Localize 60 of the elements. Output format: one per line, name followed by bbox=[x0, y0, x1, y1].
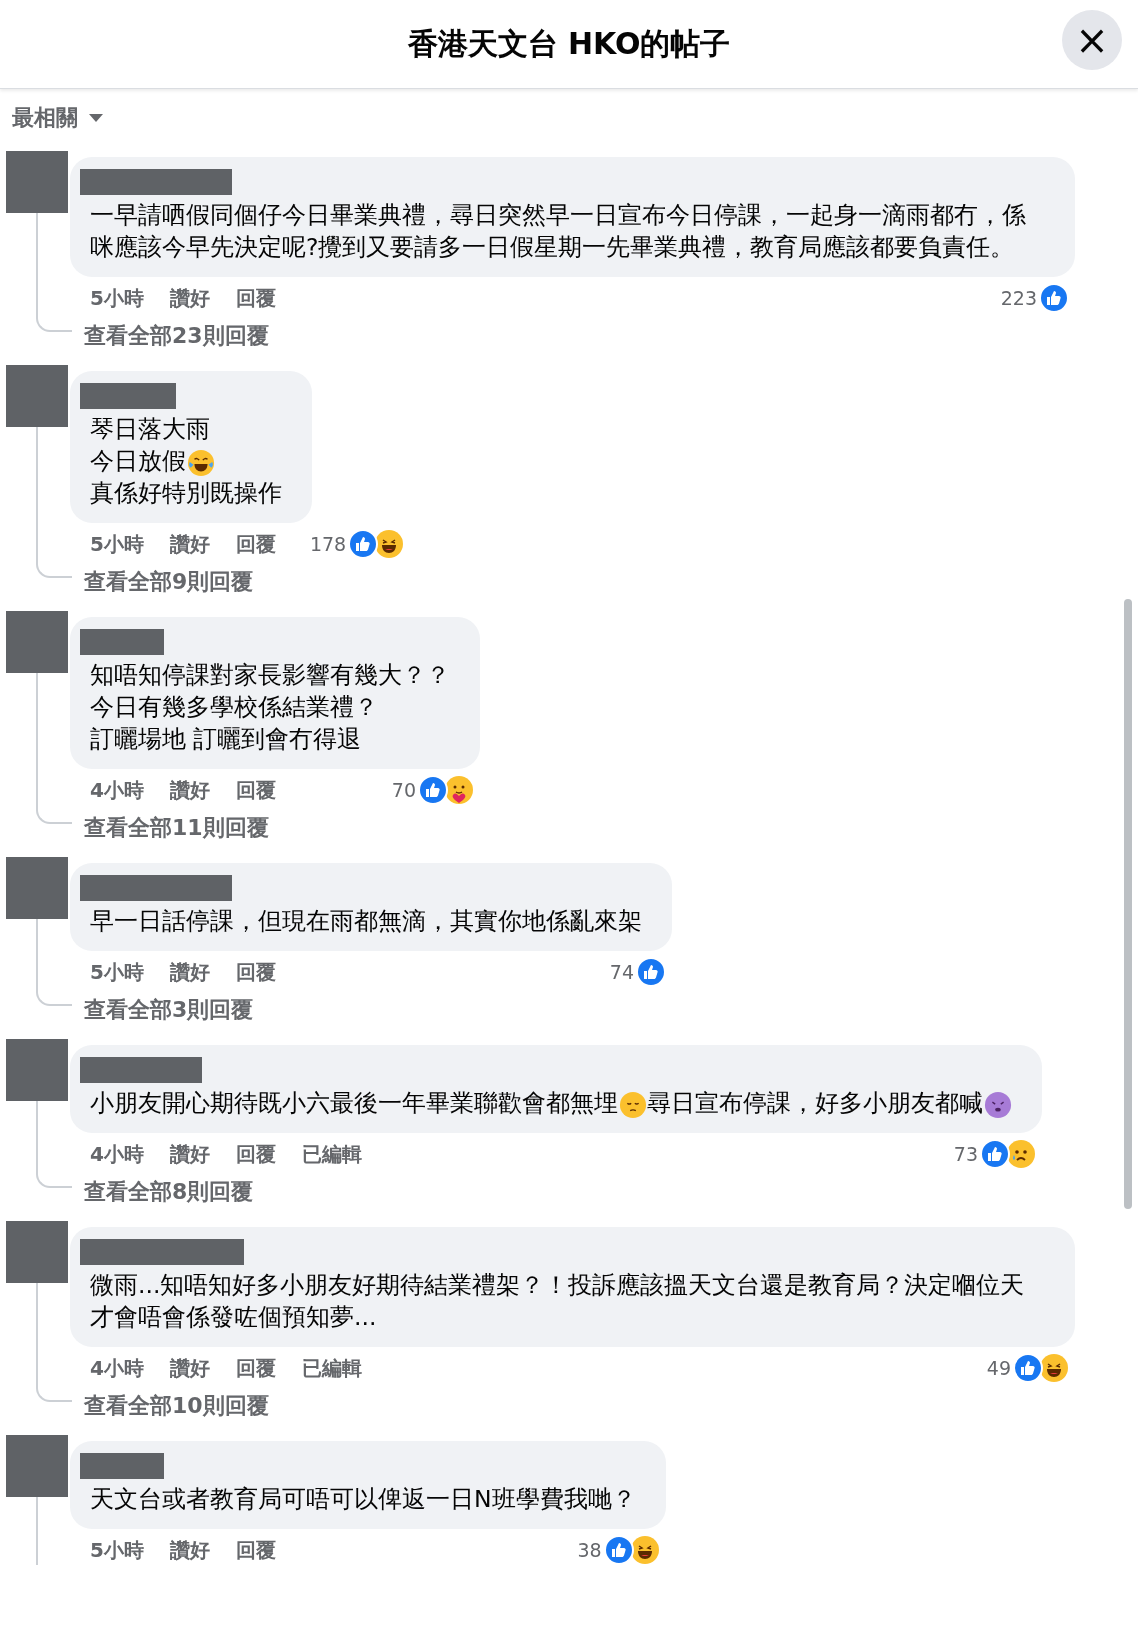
view-replies-link[interactable]: 查看全部8則回覆 bbox=[70, 1169, 254, 1207]
view-replies-link[interactable]: 查看全部23則回覆 bbox=[70, 313, 269, 351]
sort-dropdown[interactable]: 最相關 bbox=[0, 99, 116, 137]
reply-link[interactable]: 回覆 bbox=[235, 530, 276, 558]
comment-text: 今日有幾多學校係結業禮？ bbox=[90, 693, 378, 721]
avatar[interactable] bbox=[6, 365, 68, 427]
like-link[interactable]: 讚好 bbox=[169, 530, 210, 558]
like-link[interactable]: 讚好 bbox=[169, 776, 210, 804]
reply-link[interactable]: 回覆 bbox=[235, 776, 276, 804]
reaction-count[interactable]: 223 bbox=[1000, 287, 1037, 309]
like-link[interactable]: 讚好 bbox=[169, 284, 210, 312]
window-title: 香港天文台 HKO的帖子 bbox=[407, 24, 731, 63]
like-link[interactable]: 讚好 bbox=[169, 1140, 210, 1168]
reply-link[interactable]: 回覆 bbox=[235, 958, 276, 986]
reaction-count[interactable]: 178 bbox=[309, 533, 347, 555]
view-replies-link[interactable]: 查看全部10則回覆 bbox=[70, 1383, 269, 1421]
comment-text: 天文台或者教育局可唔可以俾返一日N班學費我哋？ bbox=[90, 1485, 636, 1513]
close-button[interactable]: × bbox=[1062, 10, 1122, 70]
comment-text: 尋日宣布停課，好多小朋友都喊 bbox=[647, 1089, 983, 1117]
like-link[interactable]: 讚好 bbox=[169, 1354, 210, 1382]
like-link[interactable]: 讚好 bbox=[169, 1536, 210, 1564]
comment-time[interactable]: 4小時 bbox=[90, 1140, 144, 1168]
comment-text: 早一日話停課，但現在雨都無滴，其實你地係亂來架 bbox=[90, 907, 642, 935]
caret-icon bbox=[88, 113, 104, 123]
reply-link[interactable]: 回覆 bbox=[235, 1140, 276, 1168]
comment-time[interactable]: 4小時 bbox=[90, 1354, 144, 1382]
avatar[interactable] bbox=[6, 151, 68, 213]
edited-label: 已編輯 bbox=[301, 1354, 362, 1382]
like-link[interactable]: 讚好 bbox=[169, 958, 210, 986]
reply-link[interactable]: 回覆 bbox=[235, 1354, 276, 1382]
avatar[interactable] bbox=[6, 1039, 68, 1101]
comment-text: 小朋友開心期待既小六最後一年畢業聯歡會都無埋 bbox=[90, 1089, 618, 1117]
avatar[interactable] bbox=[6, 611, 68, 673]
reaction-count[interactable]: 73 bbox=[953, 1143, 978, 1165]
comment-time[interactable]: 4小時 bbox=[90, 776, 144, 804]
avatar[interactable] bbox=[6, 1435, 68, 1497]
view-replies-link[interactable]: 查看全部9則回覆 bbox=[70, 559, 254, 597]
edited-label: 已編輯 bbox=[301, 1140, 362, 1168]
comment-text: 訂曬場地 訂曬到會冇得退 bbox=[90, 725, 362, 753]
comment-text: 知唔知停課對家長影響有幾大？？ bbox=[90, 661, 450, 689]
reaction-count[interactable]: 70 bbox=[391, 779, 416, 801]
comment-text: 一早請哂假同個仔今日畢業典禮，尋日突然早一日宣布今日停課，一起身一滴雨都冇，係咪應該今早先決定呢?攪到又要請多一日假星期一先畢業典禮，教育局應該都要負責任。 bbox=[90, 201, 1026, 261]
reaction-count[interactable]: 74 bbox=[609, 961, 634, 983]
comment-time[interactable]: 5小時 bbox=[90, 284, 144, 312]
reaction-count[interactable]: 49 bbox=[986, 1357, 1011, 1379]
comment-time[interactable]: 5小時 bbox=[90, 958, 144, 986]
scrollbar-thumb[interactable] bbox=[1124, 599, 1132, 1209]
comment-text: 琴日落大雨 bbox=[90, 415, 210, 443]
avatar[interactable] bbox=[6, 1221, 68, 1283]
reaction-count[interactable]: 38 bbox=[577, 1539, 602, 1561]
view-replies-link[interactable]: 查看全部11則回覆 bbox=[70, 805, 269, 843]
comment-text: 今日放假 bbox=[90, 447, 186, 475]
comment-text: 真係好特別既操作 bbox=[90, 479, 282, 507]
reply-link[interactable]: 回覆 bbox=[235, 284, 276, 312]
view-replies-link[interactable]: 查看全部3則回覆 bbox=[70, 987, 254, 1025]
comment-time[interactable]: 5小時 bbox=[90, 530, 144, 558]
reply-link[interactable]: 回覆 bbox=[235, 1536, 276, 1564]
comment-time[interactable]: 5小時 bbox=[90, 1536, 144, 1564]
comment-text: 微雨...知唔知好多小朋友好期待結業禮架？！投訴應該搵天文台還是教育局？決定嗰位天才會唔會係發咗個預知夢... bbox=[90, 1271, 1025, 1331]
avatar[interactable] bbox=[6, 857, 68, 919]
